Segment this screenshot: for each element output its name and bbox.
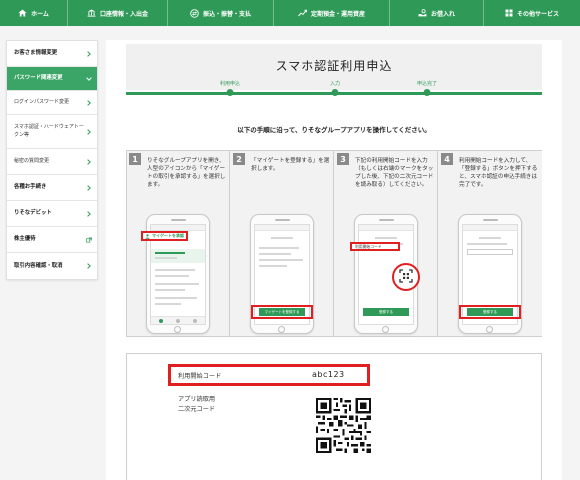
app-highlight-label: マイゲートを承認 xyxy=(141,231,188,241)
nav-loans[interactable]: お借入れ xyxy=(390,0,484,26)
sidebar-item-procedures[interactable]: 各種お手続き xyxy=(7,175,97,201)
progress-step-input: 入力 xyxy=(329,81,341,87)
step-card-4: 4 利用開始コードを入力して、「登録する」ボタンを押下すると、スマホ認証の申込手… xyxy=(439,151,542,336)
transfer-icon xyxy=(190,8,199,18)
phone-illustration: マイゲートを登録する xyxy=(250,214,314,334)
nav-label: 定期預金・運用資産 xyxy=(310,10,365,18)
chevron-down-icon xyxy=(86,75,92,83)
sidebar-item-smartphone-auth[interactable]: スマホ認証・ハードウェアトークン等 xyxy=(7,115,97,149)
start-code-label: 利用開始コード xyxy=(178,373,222,380)
sidebar-item-label: ログインパスワード変更 xyxy=(14,98,70,105)
chevron-right-icon xyxy=(86,50,92,58)
step-number: 2 xyxy=(233,153,245,165)
nav-other-services[interactable]: その他サービス xyxy=(484,0,580,26)
qr-code xyxy=(316,398,371,453)
step-description: りそなグループアプリを開き、人型のアイコンから「マイゲートの取引を承認する」を選… xyxy=(147,158,226,189)
sidebar-item-shareholder-benefits[interactable]: 株主優待 xyxy=(7,227,97,253)
sidebar: お客さま情報変更 パスワード関連変更 ログインパスワード変更 スマホ認証・ハード… xyxy=(6,40,98,280)
chevron-right-icon xyxy=(86,262,92,270)
step-card-1: 1 りそなグループアプリを開き、人型のアイコンから「マイゲートの取引を承認する」… xyxy=(127,151,230,336)
bank-icon xyxy=(87,9,96,17)
qr-scan-zoom xyxy=(392,263,420,291)
sidebar-item-label: りそなデビット xyxy=(14,210,52,217)
phone-illustration: マイゲートを承認 xyxy=(141,214,210,334)
home-icon xyxy=(18,9,27,17)
external-link-icon xyxy=(86,236,92,244)
step-number: 3 xyxy=(337,153,349,165)
step-description: 「マイゲートを登録する」を選択します。 xyxy=(251,158,330,173)
menu-grid-icon xyxy=(505,9,513,17)
sidebar-item-password-settings[interactable]: パスワード関連変更 xyxy=(7,67,97,91)
sidebar-item-label: お客さま情報変更 xyxy=(14,50,58,57)
progress-dot xyxy=(331,89,339,96)
step-description: 下記の利用開始コードを入力（もしくは右端のマークをタップした後、下記の二次元コー… xyxy=(355,158,434,189)
sidebar-item-label: 各種お手続き xyxy=(14,184,47,191)
nav-label: お借入れ xyxy=(430,10,455,18)
sidebar-item-label: パスワード関連変更 xyxy=(14,75,63,82)
loan-icon xyxy=(418,9,427,17)
chevron-right-icon xyxy=(86,210,92,218)
nav-label: ホーム xyxy=(31,10,49,18)
chart-icon xyxy=(298,9,307,17)
chevron-right-icon xyxy=(86,128,92,136)
top-navigation: ホーム 口座情報・入出金 振込・振替・支払 定期預金・運用資産 お借入れ その他… xyxy=(0,0,580,26)
nav-label: 口座情報・入出金 xyxy=(99,10,148,18)
chevron-right-icon xyxy=(86,158,92,166)
chevron-right-icon xyxy=(86,99,92,107)
progress-step-apply: 利用申込 xyxy=(219,81,241,87)
progress-dot xyxy=(423,89,431,96)
step-number: 4 xyxy=(441,153,453,165)
phone-illustration: 登録する xyxy=(458,214,522,334)
start-code-value: abc123 xyxy=(312,370,345,379)
sidebar-item-transaction-history[interactable]: 取引内容確認・取消 xyxy=(7,253,97,279)
sidebar-item-login-password[interactable]: ログインパスワード変更 xyxy=(7,91,97,115)
nav-label: 振込・振替・支払 xyxy=(202,10,251,18)
nav-label: その他サービス xyxy=(516,10,559,18)
step-description: 利用開始コードを入力して、「登録する」ボタンを押下すると、スマホ認証の申込手続き… xyxy=(459,158,538,189)
highlight-register-button xyxy=(251,305,313,319)
nav-transfer[interactable]: 振込・振替・支払 xyxy=(168,0,274,26)
highlight-register-button xyxy=(459,305,521,319)
nav-account-info[interactable]: 口座情報・入出金 xyxy=(68,0,168,26)
sidebar-item-label: 秘密の質問変更 xyxy=(14,157,50,164)
steps-panel: 1 りそなグループアプリを開き、人型のアイコンから「マイゲートの取引を承認する」… xyxy=(126,150,542,337)
code-input-highlight: 利用開始コード xyxy=(350,242,400,251)
sidebar-item-label: 取引内容確認・取消 xyxy=(14,262,63,269)
register-button: 登録する xyxy=(363,308,409,316)
step-card-2: 2 「マイゲートを登録する」を選択します。 マイゲートを登録する xyxy=(231,151,334,336)
instruction-text: 以下の手順に沿って、りそなグループアプリを操作してください。 xyxy=(237,126,431,134)
person-icon xyxy=(145,233,150,239)
qr-scan-icon xyxy=(399,268,413,287)
progress-dot xyxy=(226,89,234,96)
sidebar-item-resona-debit[interactable]: りそなデビット xyxy=(7,201,97,227)
step-card-3: 3 下記の利用開始コードを入力（もしくは右端のマークをタップした後、下記の二次元… xyxy=(335,151,438,336)
qr-code-label: アプリ読取用 二次元コード xyxy=(178,396,216,413)
nav-deposits[interactable]: 定期預金・運用資産 xyxy=(274,0,390,26)
chevron-right-icon xyxy=(86,184,92,192)
step-number: 1 xyxy=(129,153,141,165)
nav-home[interactable]: ホーム xyxy=(0,0,68,26)
progress-step-complete: 申込完了 xyxy=(416,81,438,87)
page-title: スマホ認証利用申込 xyxy=(275,59,393,73)
sidebar-item-secret-question[interactable]: 秘密の質問変更 xyxy=(7,149,97,175)
sidebar-item-label: スマホ認証・ハードウェアトークン等 xyxy=(14,124,84,138)
phone-illustration: 登録する 利用開始コード xyxy=(350,214,420,334)
sidebar-item-customer-info[interactable]: お客さま情報変更 xyxy=(7,41,97,67)
sidebar-item-label: 株主優待 xyxy=(14,236,36,243)
